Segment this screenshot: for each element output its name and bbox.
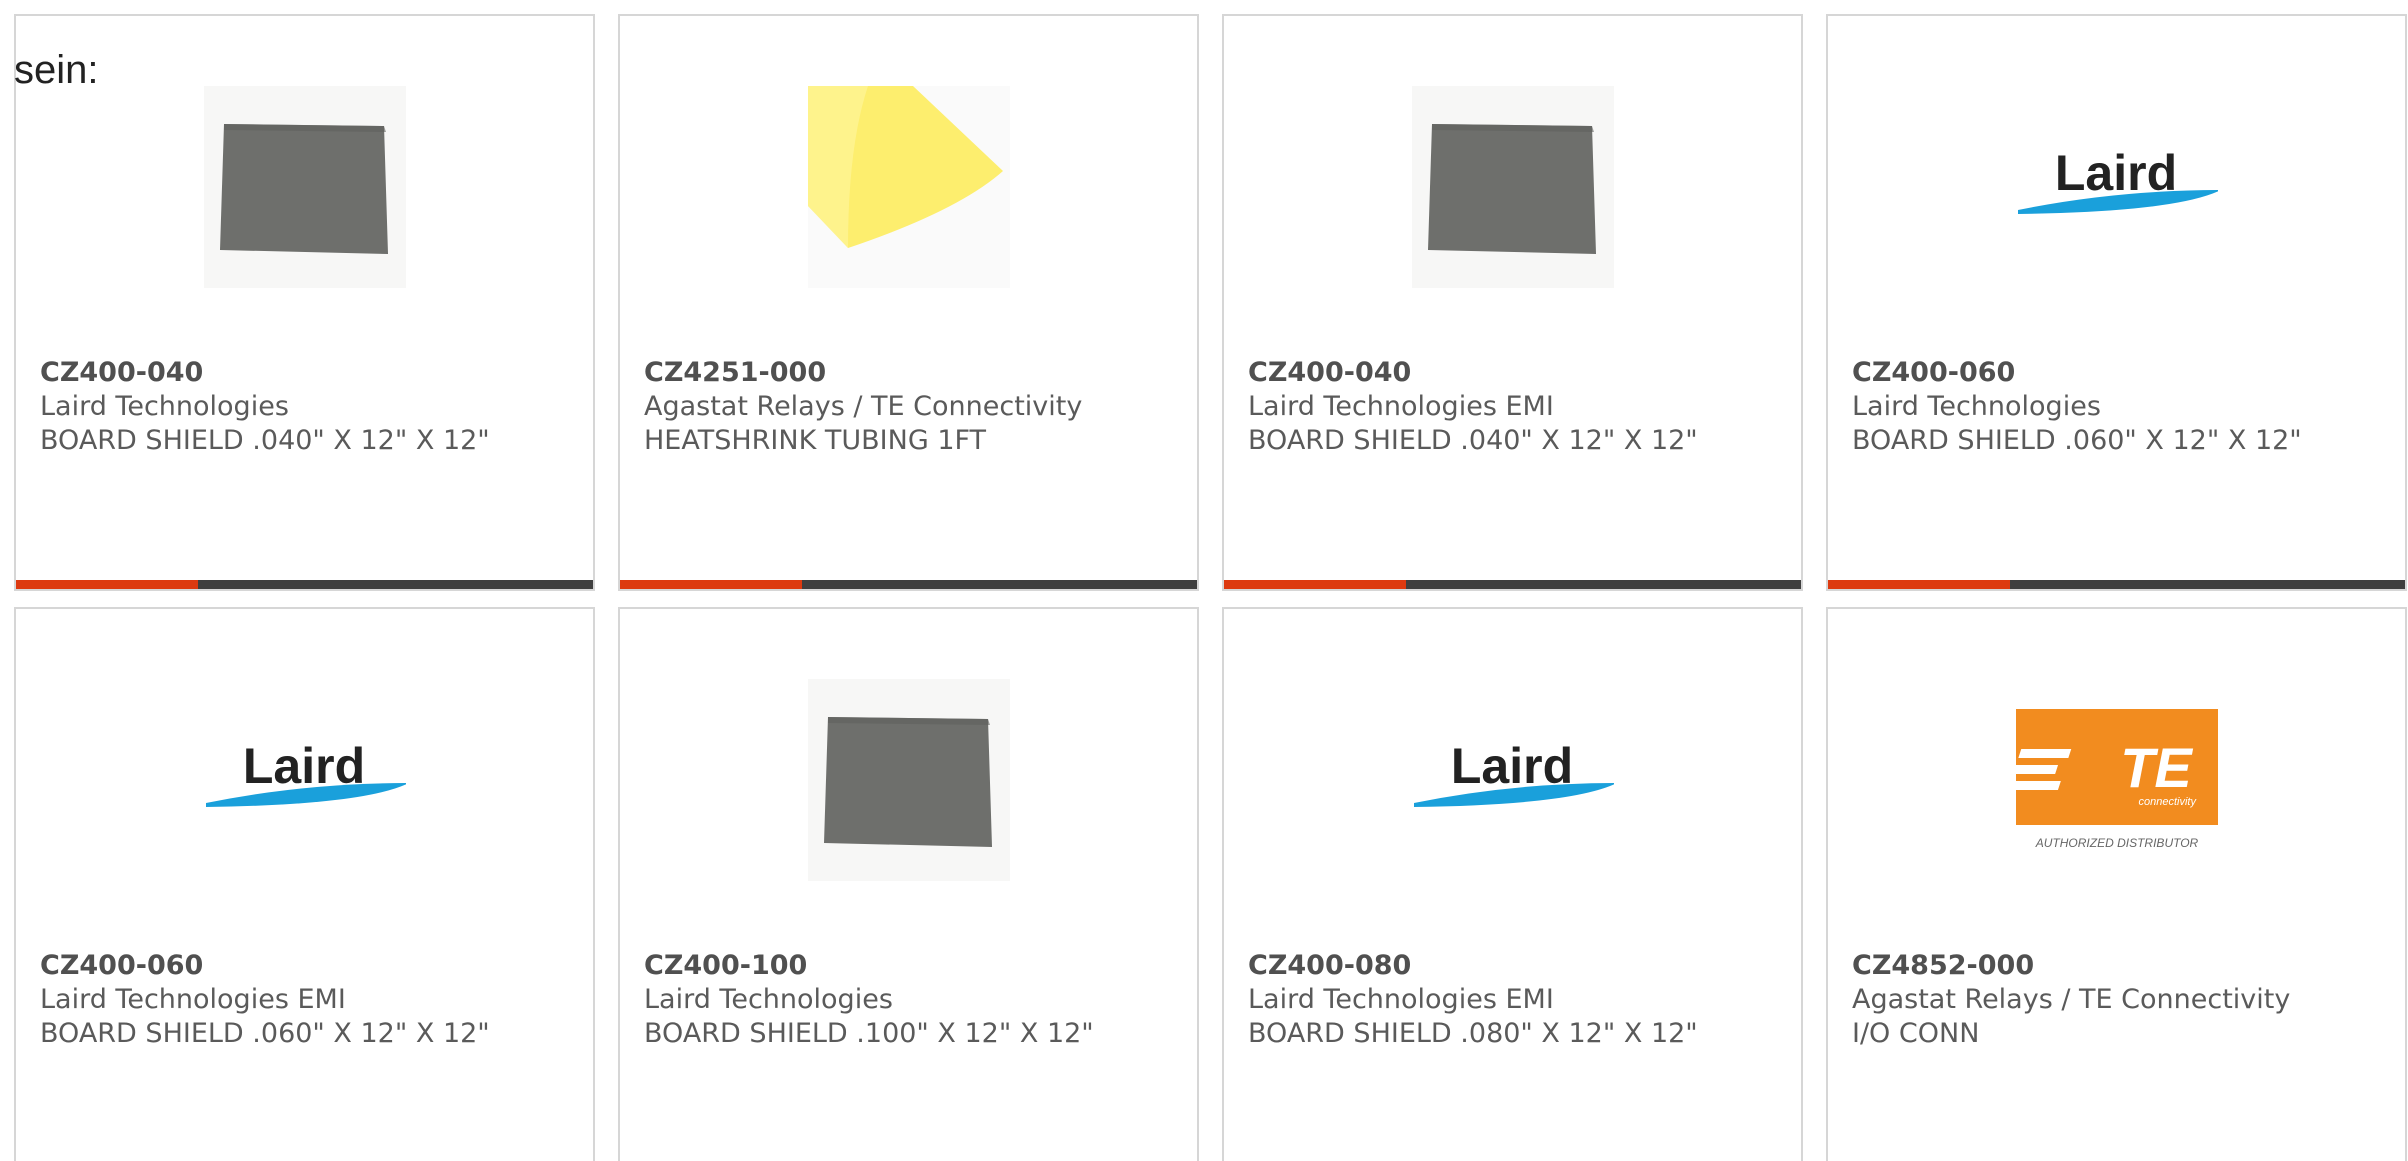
product-card[interactable]: TE connectivity AUTHORIZED DISTRIBUTOR CZ48… (1826, 607, 2407, 1161)
card-accent-bar (1224, 580, 1801, 589)
manufacturer-name: Laird Technologies EMI (1248, 984, 1554, 1015)
part-number[interactable]: CZ4251-000 (644, 356, 1181, 390)
heatshrink-tubing-image (807, 86, 1010, 288)
board-shield-sheet-image (1411, 86, 1614, 288)
product-info: CZ400-060 Laird Technologies EMI BOARD SHI… (40, 949, 577, 1051)
laird-logo-image: Laird (2015, 86, 2218, 288)
product-card[interactable]: CZ400-040 Laird Technologies EMI BOARD SHI… (1222, 14, 1803, 591)
svg-text:connectivity: connectivity (2138, 796, 2197, 808)
product-image-area: Laird (1224, 679, 1801, 881)
part-number[interactable]: CZ400-060 (1852, 356, 2389, 390)
manufacturer-name: Laird Technologies EMI (1248, 391, 1554, 422)
product-info: CZ400-040 Laird Technologies EMI BOARD SHI… (1248, 356, 1785, 458)
product-thumbnail[interactable]: Laird (2015, 86, 2218, 288)
product-description: HEATSHRINK TUBING 1FT (644, 425, 987, 456)
product-image-area (620, 86, 1197, 288)
product-thumbnail[interactable] (807, 679, 1010, 881)
manufacturer-name: Laird Technologies EMI (40, 984, 346, 1015)
part-number[interactable]: CZ400-060 (40, 949, 577, 983)
manufacturer-name: Agastat Relays / TE Connectivity (1852, 984, 2291, 1015)
part-number[interactable]: CZ4852-000 (1852, 949, 2389, 983)
manufacturer-name: Agastat Relays / TE Connectivity (644, 391, 1083, 422)
product-thumbnail[interactable] (1411, 86, 1614, 288)
card-accent-highlight (16, 580, 198, 589)
svg-text:AUTHORIZED DISTRIBUTOR: AUTHORIZED DISTRIBUTOR (2034, 836, 2198, 850)
product-info: CZ400-060 Laird Technologies BOARD SHIELD … (1852, 356, 2389, 458)
product-description: BOARD SHIELD .060" X 12" X 12" (1852, 425, 2302, 456)
card-accent-bar (16, 580, 593, 589)
product-description: BOARD SHIELD .040" X 12" X 12" (1248, 425, 1698, 456)
card-accent-highlight (1224, 580, 1406, 589)
product-thumbnail[interactable] (807, 86, 1010, 288)
product-card[interactable]: Laird CZ400-080 Laird Technologies EMI BOAR… (1222, 607, 1803, 1161)
product-description: BOARD SHIELD .100" X 12" X 12" (644, 1018, 1094, 1049)
board-shield-sheet-image (807, 679, 1010, 881)
product-image-area (16, 86, 593, 288)
product-info: CZ400-100 Laird Technologies BOARD SHIELD … (644, 949, 1181, 1051)
card-accent-highlight (1828, 580, 2010, 589)
part-number[interactable]: CZ400-100 (644, 949, 1181, 983)
svg-text:TE: TE (2120, 736, 2193, 799)
product-description: BOARD SHIELD .080" X 12" X 12" (1248, 1018, 1698, 1049)
product-description: BOARD SHIELD .060" X 12" X 12" (40, 1018, 490, 1049)
product-info: CZ4251-000 Agastat Relays / TE Connectivi… (644, 356, 1181, 458)
laird-logo-image: Laird (1411, 679, 1614, 881)
product-info: CZ4852-000 Agastat Relays / TE Connectivi… (1852, 949, 2389, 1051)
product-card[interactable]: CZ400-100 Laird Technologies BOARD SHIELD … (618, 607, 1199, 1161)
card-accent-bar (1828, 580, 2405, 589)
product-thumbnail[interactable]: TE connectivity AUTHORIZED DISTRIBUTOR (2015, 679, 2218, 881)
part-number[interactable]: CZ400-040 (40, 356, 577, 390)
card-accent-highlight (620, 580, 802, 589)
product-image-area: TE connectivity AUTHORIZED DISTRIBUTOR (1828, 679, 2405, 881)
product-thumbnail[interactable]: Laird (1411, 679, 1614, 881)
product-image-area: Laird (1828, 86, 2405, 288)
product-info: CZ400-040 Laird Technologies BOARD SHIELD … (40, 356, 577, 458)
product-description: BOARD SHIELD .040" X 12" X 12" (40, 425, 490, 456)
te-connectivity-logo-image: TEconnectivity AUTHORIZED DISTRIBUTOR (2015, 679, 2218, 881)
product-results-page: sein: CZ400-040 Laird Technologies BOARD S… (0, 0, 2408, 1161)
manufacturer-name: Laird Technologies (644, 984, 893, 1015)
board-shield-sheet-image (203, 86, 406, 288)
laird-logo-image: Laird (203, 679, 406, 881)
product-image-area (1224, 86, 1801, 288)
product-card[interactable]: CZ400-040 Laird Technologies BOARD SHIELD … (14, 14, 595, 591)
product-description: I/O CONN (1852, 1018, 1980, 1049)
product-info: CZ400-080 Laird Technologies EMI BOARD SHI… (1248, 949, 1785, 1051)
product-card[interactable]: Laird CZ400-060 Laird Technologies EMI BOAR… (14, 607, 595, 1161)
product-card[interactable]: CZ4251-000 Agastat Relays / TE Connectivi… (618, 14, 1199, 591)
manufacturer-name: Laird Technologies (40, 391, 289, 422)
part-number[interactable]: CZ400-040 (1248, 356, 1785, 390)
product-image-area (620, 679, 1197, 881)
product-image-area: Laird (16, 679, 593, 881)
part-number[interactable]: CZ400-080 (1248, 949, 1785, 983)
product-thumbnail[interactable]: Laird (203, 679, 406, 881)
product-card[interactable]: Laird CZ400-060 Laird Technologies BOARD SH… (1826, 14, 2407, 591)
manufacturer-name: Laird Technologies (1852, 391, 2101, 422)
product-grid: CZ400-040 Laird Technologies BOARD SHIELD … (14, 14, 2407, 1161)
card-accent-bar (620, 580, 1197, 589)
product-thumbnail[interactable] (203, 86, 406, 288)
intro-text: sein: (14, 48, 99, 92)
